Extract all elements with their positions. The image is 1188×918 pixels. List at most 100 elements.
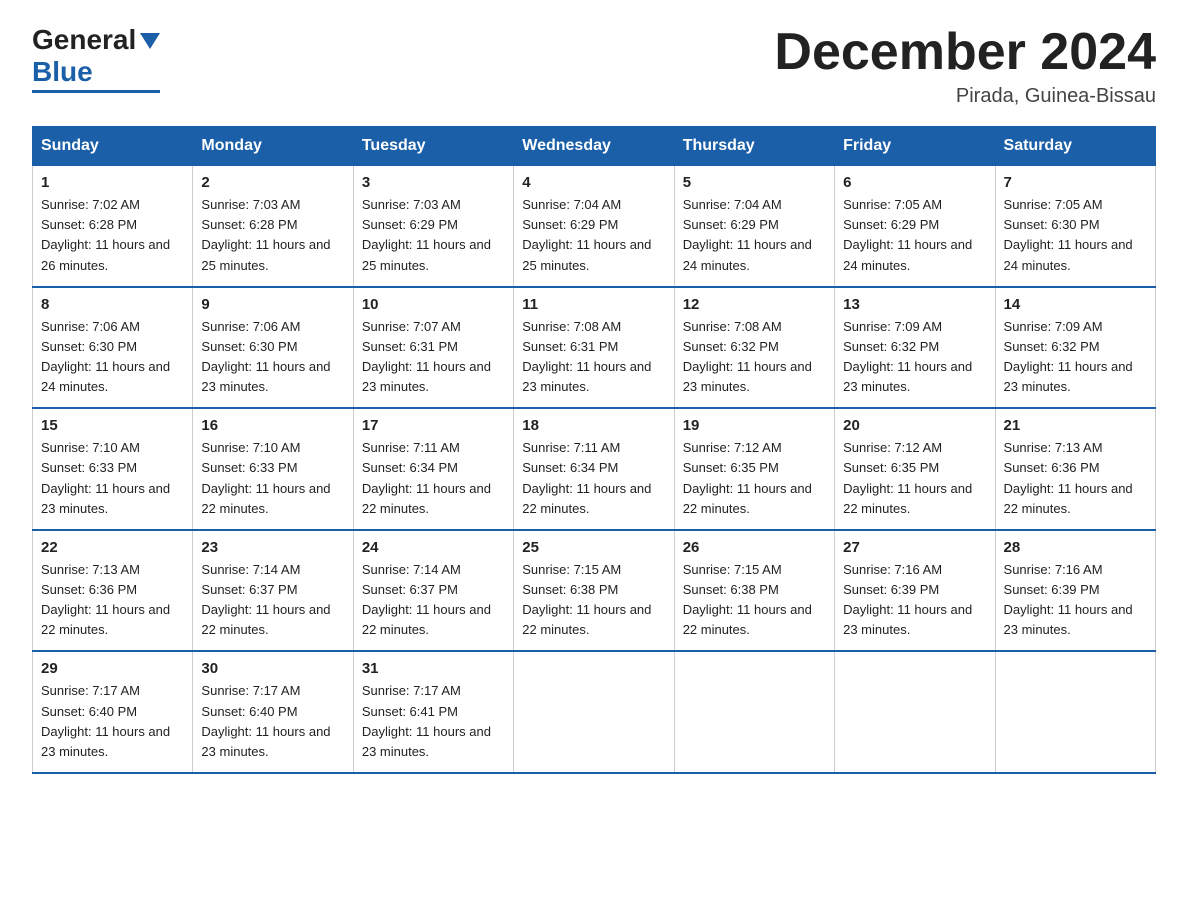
sun-info: Sunrise: 7:05 AMSunset: 6:29 PMDaylight:… xyxy=(843,195,986,276)
sun-info: Sunrise: 7:06 AMSunset: 6:30 PMDaylight:… xyxy=(41,317,184,398)
calendar-cell: 8 Sunrise: 7:06 AMSunset: 6:30 PMDayligh… xyxy=(33,287,193,409)
calendar-cell xyxy=(995,651,1155,773)
sun-info: Sunrise: 7:02 AMSunset: 6:28 PMDaylight:… xyxy=(41,195,184,276)
calendar-cell: 31 Sunrise: 7:17 AMSunset: 6:41 PMDaylig… xyxy=(353,651,513,773)
calendar-cell: 23 Sunrise: 7:14 AMSunset: 6:37 PMDaylig… xyxy=(193,530,353,652)
day-number: 4 xyxy=(522,174,665,191)
sun-info: Sunrise: 7:10 AMSunset: 6:33 PMDaylight:… xyxy=(41,438,184,519)
calendar-cell: 16 Sunrise: 7:10 AMSunset: 6:33 PMDaylig… xyxy=(193,408,353,530)
sun-info: Sunrise: 7:05 AMSunset: 6:30 PMDaylight:… xyxy=(1004,195,1147,276)
page-header: General Blue December 2024 Pirada, Guine… xyxy=(32,24,1156,108)
day-number: 26 xyxy=(683,539,826,556)
day-number: 11 xyxy=(522,296,665,313)
calendar-cell: 29 Sunrise: 7:17 AMSunset: 6:40 PMDaylig… xyxy=(33,651,193,773)
logo-general: General xyxy=(32,24,136,56)
header-right: December 2024 Pirada, Guinea-Bissau xyxy=(774,24,1156,108)
column-header-friday: Friday xyxy=(835,127,995,166)
day-number: 28 xyxy=(1004,539,1147,556)
sun-info: Sunrise: 7:16 AMSunset: 6:39 PMDaylight:… xyxy=(1004,560,1147,641)
column-header-sunday: Sunday xyxy=(33,127,193,166)
sun-info: Sunrise: 7:07 AMSunset: 6:31 PMDaylight:… xyxy=(362,317,505,398)
calendar-cell: 10 Sunrise: 7:07 AMSunset: 6:31 PMDaylig… xyxy=(353,287,513,409)
calendar-header: SundayMondayTuesdayWednesdayThursdayFrid… xyxy=(33,127,1156,166)
sun-info: Sunrise: 7:04 AMSunset: 6:29 PMDaylight:… xyxy=(522,195,665,276)
day-number: 2 xyxy=(201,174,344,191)
calendar-body: 1 Sunrise: 7:02 AMSunset: 6:28 PMDayligh… xyxy=(33,166,1156,773)
day-number: 22 xyxy=(41,539,184,556)
logo-triangle-icon xyxy=(140,33,160,49)
day-number: 23 xyxy=(201,539,344,556)
calendar-cell: 28 Sunrise: 7:16 AMSunset: 6:39 PMDaylig… xyxy=(995,530,1155,652)
calendar-cell: 9 Sunrise: 7:06 AMSunset: 6:30 PMDayligh… xyxy=(193,287,353,409)
sun-info: Sunrise: 7:11 AMSunset: 6:34 PMDaylight:… xyxy=(522,438,665,519)
day-number: 18 xyxy=(522,417,665,434)
logo-underline xyxy=(32,90,160,93)
day-number: 29 xyxy=(41,660,184,677)
week-row-3: 15 Sunrise: 7:10 AMSunset: 6:33 PMDaylig… xyxy=(33,408,1156,530)
logo-text: General xyxy=(32,24,160,56)
sun-info: Sunrise: 7:14 AMSunset: 6:37 PMDaylight:… xyxy=(201,560,344,641)
calendar-cell: 30 Sunrise: 7:17 AMSunset: 6:40 PMDaylig… xyxy=(193,651,353,773)
day-number: 7 xyxy=(1004,174,1147,191)
sun-info: Sunrise: 7:04 AMSunset: 6:29 PMDaylight:… xyxy=(683,195,826,276)
day-number: 13 xyxy=(843,296,986,313)
calendar-cell: 19 Sunrise: 7:12 AMSunset: 6:35 PMDaylig… xyxy=(674,408,834,530)
sun-info: Sunrise: 7:17 AMSunset: 6:41 PMDaylight:… xyxy=(362,681,505,762)
day-number: 3 xyxy=(362,174,505,191)
sun-info: Sunrise: 7:14 AMSunset: 6:37 PMDaylight:… xyxy=(362,560,505,641)
calendar-cell: 26 Sunrise: 7:15 AMSunset: 6:38 PMDaylig… xyxy=(674,530,834,652)
sun-info: Sunrise: 7:10 AMSunset: 6:33 PMDaylight:… xyxy=(201,438,344,519)
day-number: 12 xyxy=(683,296,826,313)
calendar-cell: 21 Sunrise: 7:13 AMSunset: 6:36 PMDaylig… xyxy=(995,408,1155,530)
sun-info: Sunrise: 7:13 AMSunset: 6:36 PMDaylight:… xyxy=(1004,438,1147,519)
sun-info: Sunrise: 7:16 AMSunset: 6:39 PMDaylight:… xyxy=(843,560,986,641)
calendar-cell: 14 Sunrise: 7:09 AMSunset: 6:32 PMDaylig… xyxy=(995,287,1155,409)
calendar-cell: 11 Sunrise: 7:08 AMSunset: 6:31 PMDaylig… xyxy=(514,287,674,409)
day-number: 25 xyxy=(522,539,665,556)
day-number: 14 xyxy=(1004,296,1147,313)
day-number: 17 xyxy=(362,417,505,434)
sun-info: Sunrise: 7:11 AMSunset: 6:34 PMDaylight:… xyxy=(362,438,505,519)
calendar-cell: 22 Sunrise: 7:13 AMSunset: 6:36 PMDaylig… xyxy=(33,530,193,652)
sun-info: Sunrise: 7:03 AMSunset: 6:28 PMDaylight:… xyxy=(201,195,344,276)
day-number: 10 xyxy=(362,296,505,313)
day-number: 8 xyxy=(41,296,184,313)
calendar-cell: 3 Sunrise: 7:03 AMSunset: 6:29 PMDayligh… xyxy=(353,166,513,287)
logo: General Blue xyxy=(32,24,160,93)
calendar-cell: 12 Sunrise: 7:08 AMSunset: 6:32 PMDaylig… xyxy=(674,287,834,409)
sun-info: Sunrise: 7:12 AMSunset: 6:35 PMDaylight:… xyxy=(683,438,826,519)
column-header-tuesday: Tuesday xyxy=(353,127,513,166)
sun-info: Sunrise: 7:03 AMSunset: 6:29 PMDaylight:… xyxy=(362,195,505,276)
calendar-cell: 13 Sunrise: 7:09 AMSunset: 6:32 PMDaylig… xyxy=(835,287,995,409)
day-number: 9 xyxy=(201,296,344,313)
sun-info: Sunrise: 7:15 AMSunset: 6:38 PMDaylight:… xyxy=(522,560,665,641)
day-number: 21 xyxy=(1004,417,1147,434)
week-row-5: 29 Sunrise: 7:17 AMSunset: 6:40 PMDaylig… xyxy=(33,651,1156,773)
day-number: 27 xyxy=(843,539,986,556)
calendar-cell: 24 Sunrise: 7:14 AMSunset: 6:37 PMDaylig… xyxy=(353,530,513,652)
day-number: 15 xyxy=(41,417,184,434)
column-header-thursday: Thursday xyxy=(674,127,834,166)
calendar-cell: 6 Sunrise: 7:05 AMSunset: 6:29 PMDayligh… xyxy=(835,166,995,287)
calendar-cell: 1 Sunrise: 7:02 AMSunset: 6:28 PMDayligh… xyxy=(33,166,193,287)
calendar-cell: 20 Sunrise: 7:12 AMSunset: 6:35 PMDaylig… xyxy=(835,408,995,530)
sun-info: Sunrise: 7:13 AMSunset: 6:36 PMDaylight:… xyxy=(41,560,184,641)
header-row: SundayMondayTuesdayWednesdayThursdayFrid… xyxy=(33,127,1156,166)
week-row-1: 1 Sunrise: 7:02 AMSunset: 6:28 PMDayligh… xyxy=(33,166,1156,287)
calendar-cell: 27 Sunrise: 7:16 AMSunset: 6:39 PMDaylig… xyxy=(835,530,995,652)
calendar-cell xyxy=(514,651,674,773)
day-number: 1 xyxy=(41,174,184,191)
month-title: December 2024 xyxy=(774,24,1156,81)
day-number: 20 xyxy=(843,417,986,434)
sun-info: Sunrise: 7:17 AMSunset: 6:40 PMDaylight:… xyxy=(201,681,344,762)
location: Pirada, Guinea-Bissau xyxy=(774,85,1156,108)
sun-info: Sunrise: 7:15 AMSunset: 6:38 PMDaylight:… xyxy=(683,560,826,641)
sun-info: Sunrise: 7:17 AMSunset: 6:40 PMDaylight:… xyxy=(41,681,184,762)
column-header-monday: Monday xyxy=(193,127,353,166)
calendar-cell: 2 Sunrise: 7:03 AMSunset: 6:28 PMDayligh… xyxy=(193,166,353,287)
calendar-cell: 18 Sunrise: 7:11 AMSunset: 6:34 PMDaylig… xyxy=(514,408,674,530)
calendar-cell: 7 Sunrise: 7:05 AMSunset: 6:30 PMDayligh… xyxy=(995,166,1155,287)
sun-info: Sunrise: 7:08 AMSunset: 6:32 PMDaylight:… xyxy=(683,317,826,398)
calendar-cell: 25 Sunrise: 7:15 AMSunset: 6:38 PMDaylig… xyxy=(514,530,674,652)
calendar-cell xyxy=(835,651,995,773)
